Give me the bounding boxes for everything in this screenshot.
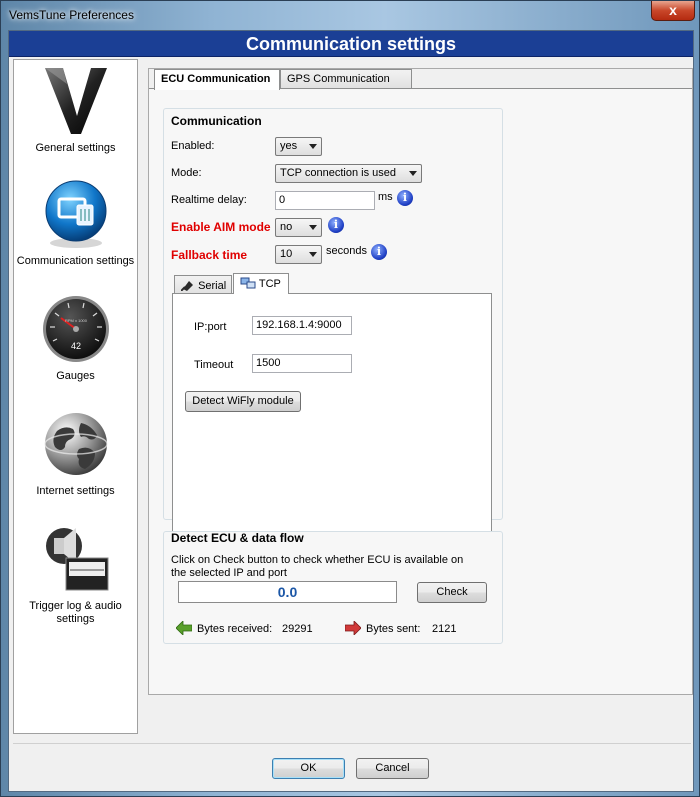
- sidebar-item-label: General settings: [35, 142, 116, 154]
- gauge-dial-value: 42: [70, 341, 80, 351]
- sidebar-item-label: Gauges: [56, 370, 95, 382]
- tab-gps-communication[interactable]: GPS Communication: [280, 69, 412, 89]
- bytes-received-label: Bytes received:: [197, 623, 273, 635]
- window-title: VemsTune Preferences: [9, 8, 134, 22]
- trigger-audio-icon: [45, 528, 108, 591]
- enabled-label: Enabled:: [171, 140, 215, 152]
- tab-serial[interactable]: Serial: [174, 275, 232, 295]
- sidebar-item-label: Trigger log & audio settings: [29, 600, 122, 625]
- enabled-select[interactable]: yes: [275, 137, 322, 156]
- globe-icon: [43, 413, 108, 475]
- timeout-input[interactable]: 1500: [252, 354, 352, 373]
- realtime-delay-label: Realtime delay:: [171, 194, 247, 206]
- tcp-network-icon: [240, 277, 256, 289]
- sent-arrow-icon: [345, 621, 361, 635]
- timeout-label: Timeout: [194, 359, 234, 371]
- check-button[interactable]: Check: [417, 582, 487, 603]
- bytes-received-value: 29291: [282, 623, 313, 635]
- footer-divider: [13, 743, 691, 744]
- sidebar-item-label: Communication settings: [16, 255, 135, 267]
- fallback-time-select-value: 10: [280, 248, 293, 260]
- communication-group-title: Communication: [171, 114, 262, 128]
- tab-ecu-communication[interactable]: ECU Communication: [154, 69, 280, 90]
- realtime-info-icon[interactable]: i: [397, 190, 413, 206]
- mode-label: Mode:: [171, 167, 202, 179]
- cancel-button[interactable]: Cancel: [356, 758, 429, 779]
- ip-port-input[interactable]: 192.168.1.4:9000: [252, 316, 352, 335]
- mode-select-value: TCP connection is used: [280, 167, 396, 179]
- bytes-sent-value: 2121: [432, 623, 457, 635]
- sidebar-item-general[interactable]: General settings: [14, 64, 137, 155]
- received-arrow-icon: [176, 621, 192, 635]
- detect-group-title: Detect ECU & data flow: [171, 531, 304, 545]
- realtime-delay-input[interactable]: 0: [275, 191, 375, 210]
- aim-mode-select[interactable]: no: [275, 218, 322, 237]
- title-bar[interactable]: VemsTune Preferences x: [1, 1, 700, 31]
- gauge-dial-text: RPM x 1000: [64, 318, 87, 323]
- chevron-down-icon: [409, 171, 417, 176]
- preferences-window: VemsTune Preferences x Communication set…: [0, 0, 700, 797]
- fallback-time-unit: seconds: [326, 245, 367, 257]
- aim-mode-select-value: no: [280, 221, 293, 233]
- sidebar-item-communication[interactable]: Communication settings: [14, 179, 137, 268]
- aim-info-icon[interactable]: i: [328, 217, 344, 233]
- sidebar-item-internet[interactable]: Internet settings: [14, 409, 137, 498]
- bytes-sent-label: Bytes sent:: [366, 623, 421, 635]
- sidebar-item-label: Internet settings: [36, 485, 115, 497]
- client-area: Communication settings General settings: [8, 30, 694, 792]
- sidebar: General settings Communication settings: [13, 59, 138, 734]
- ok-button[interactable]: OK: [272, 758, 345, 779]
- enabled-select-value: yes: [280, 140, 298, 152]
- chevron-down-icon: [309, 144, 317, 149]
- page-title: Communication settings: [9, 31, 693, 57]
- ip-port-label: IP:port: [194, 321, 227, 333]
- network-plug-icon: [45, 180, 106, 248]
- tab-tcp-label: TCP: [258, 278, 281, 290]
- chevron-down-icon: [309, 252, 317, 257]
- sidebar-item-trigger-log[interactable]: Trigger log & audio settings: [14, 522, 137, 626]
- gauge-icon: RPM x 1000 42: [42, 296, 109, 362]
- fallback-info-icon[interactable]: i: [371, 244, 387, 260]
- tcp-page: IP:port 192.168.1.4:9000 Timeout 1500 De…: [172, 293, 492, 551]
- sidebar-item-gauges[interactable]: RPM x 1000 42 Gauges: [14, 294, 137, 383]
- detect-value-display: 0.0: [178, 581, 397, 603]
- aim-mode-label: Enable AIM mode: [171, 220, 271, 234]
- chevron-down-icon: [309, 225, 317, 230]
- tab-page-ecu: Communication Enabled: yes Mode: TCP con…: [149, 88, 692, 694]
- vems-logo-icon: [44, 68, 107, 134]
- realtime-delay-unit: ms: [378, 191, 393, 203]
- serial-plug-icon: [180, 281, 193, 292]
- fallback-time-label: Fallback time: [171, 248, 248, 262]
- main-panel: ECU Communication GPS Communication Comm…: [148, 68, 693, 695]
- mode-select[interactable]: TCP connection is used: [275, 164, 422, 183]
- fallback-time-select[interactable]: 10: [275, 245, 322, 264]
- tab-serial-label: Serial: [198, 280, 227, 292]
- close-button[interactable]: x: [651, 1, 695, 21]
- tab-tcp[interactable]: TCP: [233, 273, 289, 294]
- detect-description: Click on Check button to check whether E…: [171, 554, 464, 579]
- detect-wifly-button[interactable]: Detect WiFly module: [185, 391, 301, 412]
